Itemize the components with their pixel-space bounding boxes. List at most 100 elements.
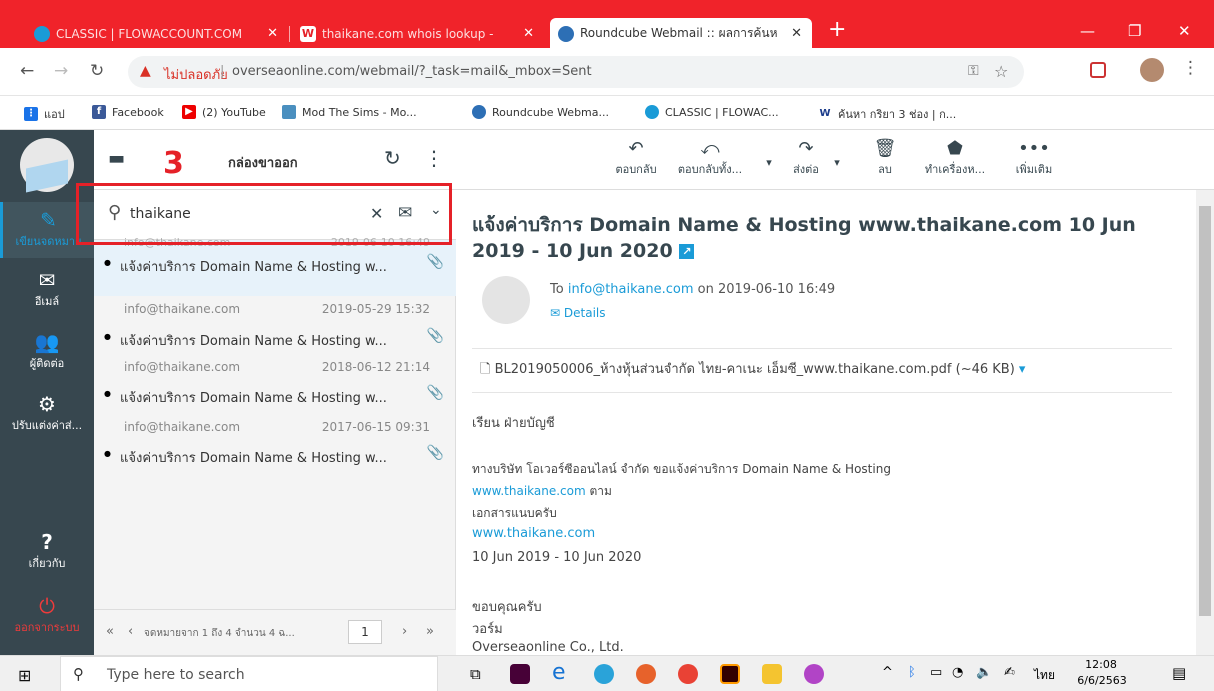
more-icon: ••• — [1018, 138, 1050, 159]
sidebar-item-settings[interactable]: ⚙ ปรับแต่งค่าส่... — [0, 392, 94, 440]
sidebar-item-logout[interactable]: ⏻ ออกจากระบบ — [0, 594, 94, 644]
maximize-icon[interactable]: ❐ — [1128, 22, 1141, 40]
reload-icon[interactable]: ↻ — [90, 61, 104, 81]
bookmark-apps[interactable]: ⋮ แอป — [24, 105, 65, 123]
bookmark-roundcube[interactable]: Roundcube Webma... — [472, 105, 609, 119]
notifications-icon[interactable]: ▤ — [1172, 664, 1186, 682]
prev-page-icon[interactable]: ‹ — [128, 624, 133, 639]
body-signature: วอร์ม — [472, 622, 503, 637]
forward-icon[interactable]: → — [54, 61, 68, 81]
edge-icon[interactable]: e — [552, 662, 572, 684]
back-icon[interactable]: ← — [20, 61, 34, 81]
forward-button[interactable]: ↷ ส่งต่อ — [781, 138, 831, 178]
tab-close-icon[interactable]: ✕ — [523, 26, 534, 41]
minimize-icon[interactable]: — — [1080, 22, 1095, 40]
refresh-icon[interactable]: ↻ — [384, 146, 401, 170]
tag-icon: ⬟ — [947, 138, 963, 159]
list-menu-icon[interactable]: ⋮ — [424, 146, 444, 170]
trash-icon: 🗑 — [873, 138, 897, 159]
pocket-icon[interactable] — [1090, 62, 1106, 78]
bookmark-facebook[interactable]: f Facebook — [92, 105, 164, 119]
reply-button[interactable]: ↶ ตอบกลับ — [606, 138, 666, 178]
ie-icon[interactable] — [594, 664, 614, 684]
recipient-line: To info@thaikane.com on 2019-06-10 16:49 — [550, 282, 836, 297]
key-icon[interactable]: ⚿ — [968, 63, 979, 79]
avatar[interactable] — [1140, 58, 1164, 82]
tray-chevron-icon[interactable]: ^ — [882, 665, 893, 680]
task-view-icon[interactable]: ⧉ — [470, 665, 481, 683]
language-indicator[interactable]: ไทย — [1034, 666, 1055, 685]
tab-close-icon[interactable]: ✕ — [791, 26, 802, 41]
battery-icon[interactable]: ▭ — [930, 665, 942, 680]
volume-icon[interactable]: 🔈 — [976, 665, 992, 680]
windows-start-icon[interactable]: ⊞ — [18, 666, 31, 685]
list-header: ▬ กล่องขาออก ↻ ⋮ — [94, 130, 456, 190]
list-item[interactable]: info@thaikane.com 2018-06-12 21:14 ● แจ้… — [94, 358, 456, 420]
list-item[interactable]: info@thaikane.com 2019-05-29 15:32 ● แจ้… — [94, 296, 456, 358]
star-icon[interactable]: ☆ — [994, 62, 1008, 81]
list-pager: « ‹ จดหมายจาก 1 ถึง 4 จำนวน 4 ฉ... 1 › » — [94, 609, 456, 655]
forward-dropdown-icon[interactable]: ▾ — [832, 156, 842, 169]
apps-icon: ⋮ — [24, 107, 38, 121]
attachment-icon: 📎 — [426, 328, 444, 344]
bookmark-modthesims[interactable]: Mod The Sims - Mo... — [282, 105, 417, 119]
sidebar-item-mail[interactable]: ✉ อีเมล์ — [0, 268, 94, 316]
delete-button[interactable]: 🗑 ลบ — [868, 138, 902, 178]
bookmark-flowaccount[interactable]: CLASSIC | FLOWAC... — [645, 105, 779, 119]
sender-avatar — [482, 276, 530, 324]
taskbar-search-box[interactable]: ⚲ Type here to search — [60, 656, 438, 691]
reply-dropdown-icon[interactable]: ▾ — [764, 156, 774, 169]
attachment-menu-icon[interactable]: ▾ — [1019, 362, 1026, 377]
attachment-item[interactable]: 🗋 BL2019050006_ห้างหุ้นส่วนจำกัด ไทย-คาเ… — [480, 358, 1025, 382]
tab-label: Roundcube Webmail :: ผลการค้นห — [580, 26, 778, 40]
body-website-link[interactable]: www.thaikane.com — [472, 526, 595, 541]
tab-flowaccount[interactable]: CLASSIC | FLOWACCOUNT.COM ✕ — [26, 20, 288, 47]
sidebar-item-contacts[interactable]: 👥 ผู้ติดต่อ — [0, 330, 94, 378]
list-item[interactable]: info@thaikane.com 2019-06-10 16:49 ● แจ้… — [94, 236, 456, 296]
file-explorer-icon[interactable] — [762, 664, 782, 684]
recipient-link[interactable]: info@thaikane.com — [568, 282, 694, 297]
menu-icon[interactable]: ⋮ — [1182, 58, 1199, 78]
first-page-icon[interactable]: « — [106, 624, 114, 639]
close-window-icon[interactable]: ✕ — [1178, 22, 1191, 40]
pdf-file-icon: 🗋 — [480, 362, 491, 377]
bookmark-youtube[interactable]: ▶ (2) YouTube — [182, 105, 266, 119]
open-external-icon[interactable]: ↗ — [679, 244, 695, 259]
last-page-icon[interactable]: » — [426, 624, 434, 639]
attachment-icon: 📎 — [426, 254, 444, 270]
firefox-icon[interactable] — [636, 664, 656, 684]
indesign-icon[interactable] — [510, 664, 530, 684]
tab-roundcube[interactable]: Roundcube Webmail :: ผลการค้นห ✕ — [550, 18, 812, 49]
sidebar-item-about[interactable]: ? เกี่ยวกับ — [0, 530, 94, 580]
list-item[interactable]: info@thaikane.com 2017-06-15 09:31 ● แจ้… — [94, 418, 456, 480]
pen-icon[interactable]: ✍ — [1004, 665, 1015, 680]
new-tab-button[interactable]: + — [828, 17, 846, 42]
omnibox[interactable]: ▲ ไม่ปลอดภัย | overseaonline.com/webmail… — [128, 56, 1024, 88]
message-view: แจ้งค่าบริการ Domain Name & Hosting www.… — [456, 190, 1196, 655]
bluetooth-icon[interactable]: ᛒ — [908, 665, 916, 680]
bookmarks-bar: ⋮ แอป f Facebook ▶ (2) YouTube Mod The Sims… — [0, 96, 1214, 130]
page-number-input[interactable]: 1 — [348, 620, 382, 644]
reply-all-button[interactable]: ⤺ ตอบกลับทั้ง... — [670, 138, 750, 178]
clock-time[interactable]: 12:08 — [1076, 658, 1126, 671]
tab-whois[interactable]: W thaikane.com whois lookup - wh ✕ — [292, 20, 544, 47]
content-scrollbar[interactable] — [1196, 190, 1214, 655]
logout-icon: ⏻ — [39, 594, 55, 618]
app-icon[interactable] — [804, 664, 824, 684]
insecure-label: ไม่ปลอดภัย — [164, 68, 228, 83]
clock-date[interactable]: 6/6/2563 — [1072, 674, 1132, 687]
attachment-icon: 📎 — [426, 385, 444, 401]
forward-arrow-icon: ↷ — [798, 138, 814, 159]
illustrator-icon[interactable] — [720, 664, 740, 684]
folder-icon[interactable]: ▬ — [108, 148, 125, 169]
mark-button[interactable]: ⬟ ทำเครื่องห... — [912, 138, 998, 178]
tab-close-icon[interactable]: ✕ — [267, 26, 278, 41]
url-text: overseaonline.com/webmail/?_task=mail&_m… — [232, 64, 592, 79]
wifi-icon[interactable]: ◔ — [952, 665, 963, 680]
next-page-icon[interactable]: › — [402, 624, 407, 639]
bookmark-search-verb[interactable]: W ค้นหา กริยา 3 ช่อง | ก... — [818, 105, 956, 123]
reply-icon: ↶ — [628, 138, 644, 159]
details-link[interactable]: ✉ Details — [550, 306, 606, 320]
more-button[interactable]: ••• เพิ่มเติม — [1004, 138, 1064, 178]
chrome-icon[interactable] — [678, 664, 698, 684]
